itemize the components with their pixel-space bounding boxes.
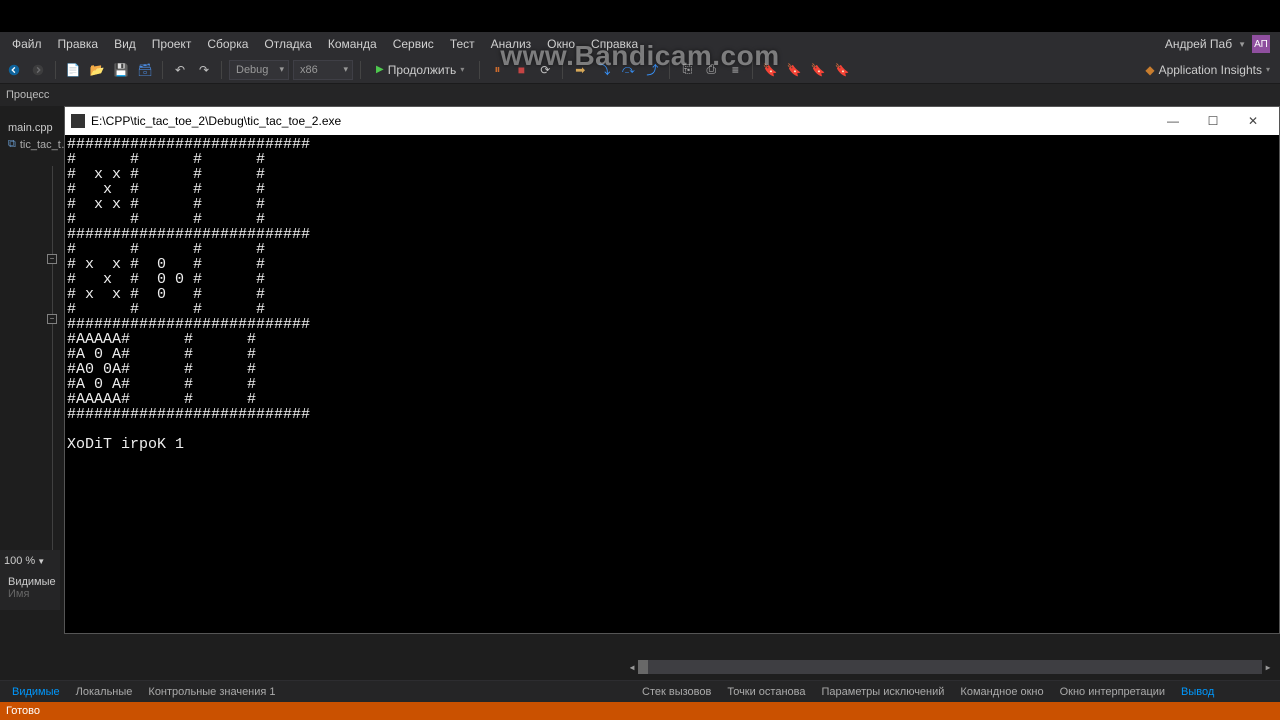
toolbar-icon-2[interactable]: ⎙	[701, 60, 721, 80]
application-insights-button[interactable]: ◆ Application Insights ▾	[1139, 61, 1276, 79]
tab-command[interactable]: Командное окно	[952, 682, 1051, 702]
tab-callstack[interactable]: Стек вызовов	[634, 682, 719, 702]
menu-team[interactable]: Команда	[320, 33, 385, 55]
console-titlebar[interactable]: E:\CPP\tic_tac_toe_2\Debug\tic_tac_toe_2…	[65, 107, 1279, 135]
scroll-left-icon[interactable]: ◀	[630, 660, 638, 674]
save-all-button[interactable]: 🗃	[135, 60, 155, 80]
menu-project[interactable]: Проект	[144, 33, 200, 55]
main-toolbar: 📄 📂 💾 🗃 ↶ ↷ Debug x86 ▶ Продолжить ▾ ⏸ ■…	[0, 56, 1280, 84]
new-file-button[interactable]: 📄	[63, 60, 83, 80]
step-out-button[interactable]: ⤴	[642, 60, 662, 80]
tab-watch[interactable]: Контрольные значения 1	[140, 682, 283, 702]
tab-output[interactable]: Вывод	[1173, 682, 1222, 702]
step-into-button[interactable]: ⤵	[594, 60, 614, 80]
undo-button[interactable]: ↶	[170, 60, 190, 80]
menu-test[interactable]: Тест	[442, 33, 483, 55]
bookmark-prev-icon[interactable]: 🔖	[784, 60, 804, 80]
status-bar: Готово	[0, 702, 1280, 720]
tab-breakpoints[interactable]: Точки останова	[719, 682, 813, 702]
continue-label: Продолжить	[388, 63, 457, 77]
user-name[interactable]: Андрей Паб	[1165, 37, 1232, 51]
console-output: ########################### # # # # # x …	[65, 135, 1279, 633]
menu-debug[interactable]: Отладка	[256, 33, 319, 55]
process-label: Процесс	[6, 89, 49, 101]
save-button[interactable]: 💾	[111, 60, 131, 80]
debug-process-bar: Процесс	[0, 84, 1280, 106]
menu-analyze[interactable]: Анализ	[483, 33, 540, 55]
visible-panel-heading: Видимые	[8, 576, 52, 588]
close-button[interactable]: ✕	[1233, 109, 1273, 133]
bookmark-clear-icon[interactable]: 🔖	[832, 60, 852, 80]
console-path: E:\CPP\tic_tac_toe_2\Debug\tic_tac_toe_2…	[91, 114, 1153, 128]
toolbar-icon-3[interactable]: ≡	[725, 60, 745, 80]
scroll-right-icon[interactable]: ▶	[1262, 660, 1274, 674]
menu-view[interactable]: Вид	[106, 33, 144, 55]
menu-build[interactable]: Сборка	[199, 33, 256, 55]
menu-bar: Файл Правка Вид Проект Сборка Отладка Ко…	[0, 32, 1280, 56]
tab-visible[interactable]: Видимые	[4, 682, 68, 702]
show-next-statement-button[interactable]: ➡	[570, 60, 590, 80]
stop-debug-button[interactable]: ■	[511, 60, 531, 80]
visible-panel-name-col: Имя	[8, 588, 52, 600]
tab-immediate[interactable]: Окно интерпретации	[1052, 682, 1173, 702]
solution-config-combo[interactable]: Debug	[229, 60, 289, 80]
solution-platform-combo[interactable]: x86	[293, 60, 353, 80]
user-avatar[interactable]: АП	[1252, 35, 1270, 53]
status-ready: Готово	[6, 705, 40, 717]
redo-button[interactable]: ↷	[194, 60, 214, 80]
workspace: main.cpp ⧉ tic_tac_t… − − 100 % ▼ Видимы…	[0, 106, 1280, 702]
play-icon: ▶	[376, 64, 384, 75]
bookmark-icon[interactable]: 🔖	[760, 60, 780, 80]
chevron-down-icon: ▼	[37, 557, 45, 566]
bookmark-next-icon[interactable]: 🔖	[808, 60, 828, 80]
insights-label: Application Insights	[1159, 63, 1262, 77]
horizontal-scrollbar[interactable]: ◀ ▶	[638, 660, 1262, 674]
fold-toggle[interactable]: −	[47, 314, 57, 324]
zoom-value: 100 %	[4, 555, 35, 567]
title-bar-region	[0, 0, 1280, 32]
zoom-combo[interactable]: 100 % ▼	[0, 550, 60, 572]
tab-locals[interactable]: Локальные	[68, 682, 141, 702]
bulb-icon: ◆	[1145, 63, 1154, 77]
console-window: E:\CPP\tic_tac_toe_2\Debug\tic_tac_toe_2…	[64, 106, 1280, 634]
nav-back-button[interactable]	[4, 60, 24, 80]
break-all-button[interactable]: ⏸	[487, 60, 507, 80]
exe-icon	[71, 114, 85, 128]
menu-edit[interactable]: Правка	[50, 33, 107, 55]
step-over-button[interactable]: ⤼	[618, 60, 638, 80]
minimize-button[interactable]: —	[1153, 109, 1193, 133]
nav-forward-button	[28, 60, 48, 80]
continue-button[interactable]: ▶ Продолжить ▾	[368, 61, 472, 79]
cpp-file-icon: ⧉	[8, 138, 16, 151]
maximize-button[interactable]: ☐	[1193, 109, 1233, 133]
tab-exceptions[interactable]: Параметры исключений	[814, 682, 953, 702]
menu-file[interactable]: Файл	[4, 33, 50, 55]
scrollbar-thumb[interactable]	[638, 660, 648, 674]
menu-service[interactable]: Сервис	[385, 33, 442, 55]
open-file-button[interactable]: 📂	[87, 60, 107, 80]
toolbar-icon-1[interactable]: ⎘	[677, 60, 697, 80]
menu-window[interactable]: Окно	[539, 33, 583, 55]
fold-toggle[interactable]: −	[47, 254, 57, 264]
restart-button[interactable]: ⟳	[535, 60, 555, 80]
menu-help[interactable]: Справка	[583, 33, 646, 55]
chevron-down-icon[interactable]: ▼	[1238, 40, 1246, 49]
